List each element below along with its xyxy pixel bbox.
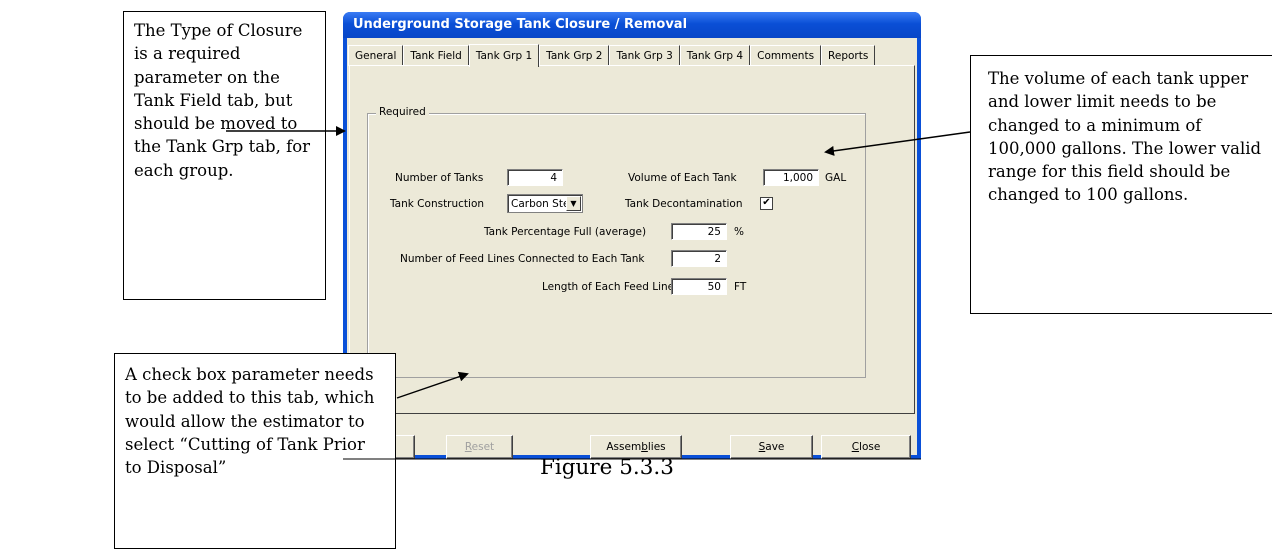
arrow-to-empty-area	[396, 371, 469, 399]
tab-tank-grp-1[interactable]: Tank Grp 1	[468, 44, 540, 67]
annotation-arrows	[226, 126, 971, 460]
arrow-to-volume-field	[824, 131, 971, 156]
